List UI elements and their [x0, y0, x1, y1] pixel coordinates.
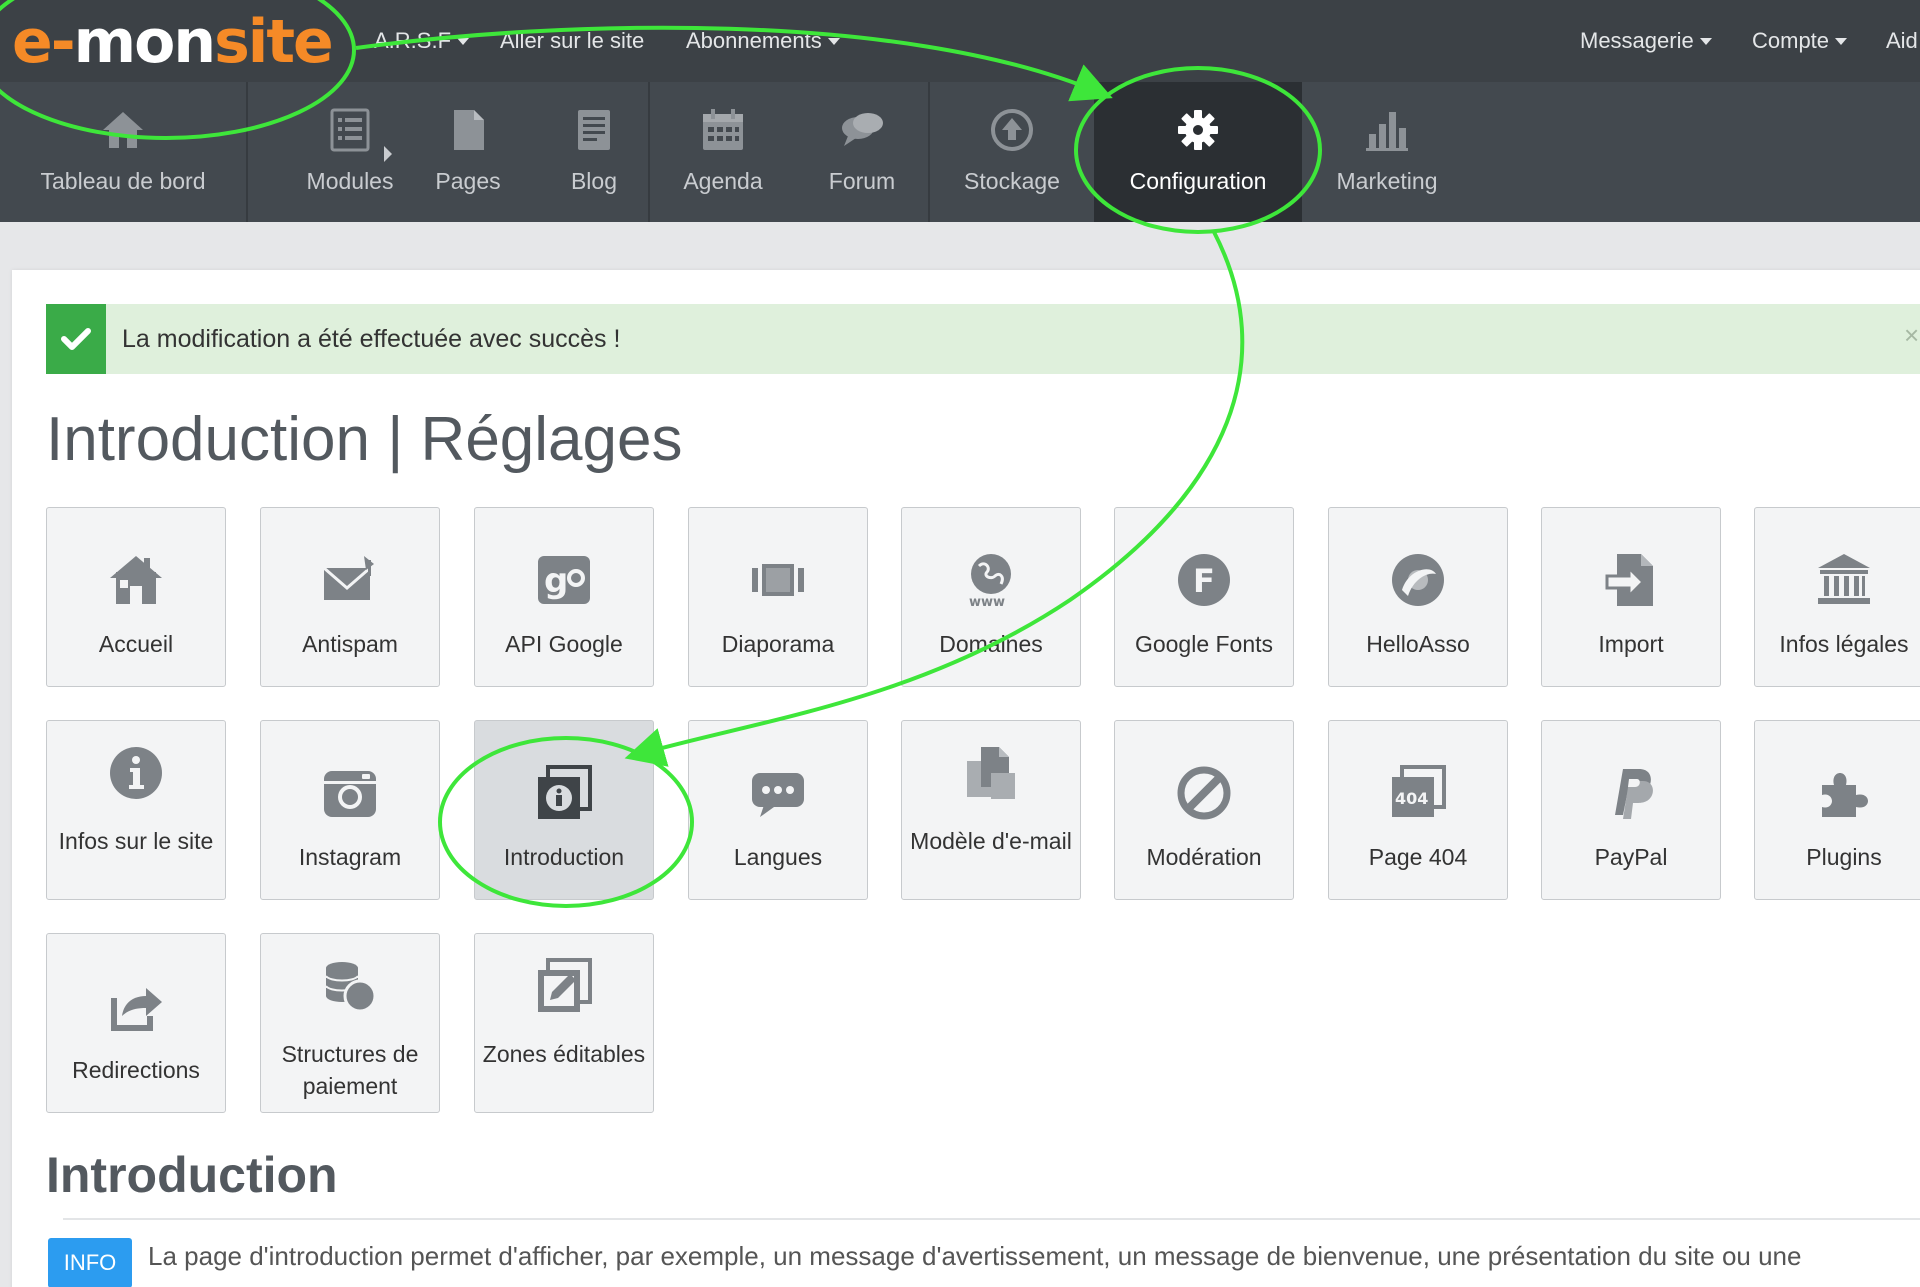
nav-configuration[interactable]: Configuration — [1094, 82, 1302, 222]
main-navigation: Tableau de bord Modules Pages Blog Agend… — [0, 82, 1920, 222]
tile-google-fonts[interactable]: F Google Fonts — [1114, 507, 1294, 687]
tile-accueil[interactable]: Accueil — [46, 507, 226, 687]
tile-antispam[interactable]: Antispam — [260, 507, 440, 687]
info-badge: INFO — [48, 1238, 132, 1287]
modules-submenu-arrow-icon[interactable] — [384, 146, 392, 162]
google-icon: g — [538, 556, 590, 604]
site-selector[interactable]: A.R.S.F — [374, 0, 470, 82]
subscriptions-menu[interactable]: Abonnements — [686, 0, 840, 82]
check-icon — [46, 304, 106, 374]
messaging-menu[interactable]: Messagerie — [1580, 0, 1712, 82]
success-alert: La modification a été effectuée avec suc… — [46, 304, 1920, 374]
alert-message: La modification a été effectuée avec suc… — [122, 325, 621, 353]
bank-icon — [1818, 554, 1870, 604]
svg-text:404: 404 — [1395, 789, 1428, 808]
close-icon[interactable]: × — [1904, 320, 1920, 351]
paypal-icon — [1615, 769, 1653, 819]
tile-zones-editables[interactable]: Zones éditables — [474, 933, 654, 1113]
import-icon — [1605, 554, 1653, 606]
top-bar: e-monsite A.R.S.F Aller sur le site Abon… — [0, 0, 1920, 82]
tile-helloasso[interactable]: HelloAsso — [1328, 507, 1508, 687]
caret-down-icon — [1835, 37, 1848, 45]
caret-down-icon — [827, 37, 840, 45]
nav-dashboard[interactable]: Tableau de bord — [0, 82, 248, 222]
tile-page-404[interactable]: 404 Page 404 — [1328, 720, 1508, 900]
puzzle-icon — [1822, 773, 1868, 817]
info-text: La page d'introduction permet d'afficher… — [148, 1241, 1802, 1271]
divider — [63, 1218, 1920, 1220]
tile-plugins[interactable]: Plugins — [1754, 720, 1920, 900]
tile-infos-sur-le-site[interactable]: Infos sur le site — [46, 720, 226, 900]
tile-paypal[interactable]: PayPal — [1541, 720, 1721, 900]
font-icon: F — [1178, 554, 1230, 606]
home-icon — [110, 556, 162, 604]
tile-infos-legales[interactable]: Infos légales — [1754, 507, 1920, 687]
camera-icon — [324, 771, 376, 817]
page-404-icon: 404 — [1392, 765, 1446, 817]
list-icon — [330, 108, 370, 152]
tile-modele-email[interactable]: Modèle d'e-mail — [901, 720, 1081, 900]
home-icon — [103, 112, 143, 148]
goto-site-link[interactable]: Aller sur le site — [500, 0, 644, 82]
blog-icon — [578, 110, 610, 150]
chat-icon — [842, 113, 883, 146]
tile-api-google[interactable]: g API Google — [474, 507, 654, 687]
help-menu[interactable]: Aid — [1886, 0, 1918, 82]
caret-down-icon — [1699, 37, 1712, 45]
svg-text:www: www — [969, 595, 1005, 610]
tile-instagram[interactable]: Instagram — [260, 720, 440, 900]
ban-icon — [1177, 766, 1231, 820]
tile-structures-de-paiement[interactable]: Structures de paiement — [260, 933, 440, 1113]
info-icon — [110, 747, 162, 799]
calendar-icon — [703, 109, 743, 150]
share-icon — [111, 988, 162, 1031]
page-title: Introduction | Réglages — [46, 405, 683, 474]
nav-forum[interactable]: Forum — [796, 82, 930, 222]
bar-chart-icon — [1366, 112, 1408, 151]
nav-blog[interactable]: Blog — [540, 82, 650, 222]
tile-moderation[interactable]: Modération — [1114, 720, 1294, 900]
caret-down-icon — [457, 37, 470, 45]
tile-langues[interactable]: Langues — [688, 720, 868, 900]
emonsite-logo[interactable]: e-monsite — [12, 4, 334, 80]
svg-text:F: F — [1193, 562, 1215, 600]
upload-icon — [991, 109, 1033, 151]
info-box-icon — [538, 765, 592, 819]
tile-redirections[interactable]: Redirections — [46, 933, 226, 1113]
tile-domaines[interactable]: www Domaines — [901, 507, 1081, 687]
gear-icon — [1178, 110, 1218, 150]
speech-icon — [752, 773, 804, 817]
nav-storage[interactable]: Stockage — [930, 82, 1094, 222]
helloasso-icon — [1392, 554, 1444, 606]
tile-introduction[interactable]: Introduction — [474, 720, 654, 900]
nav-marketing[interactable]: Marketing — [1302, 82, 1472, 222]
edit-icon — [538, 958, 592, 1012]
section-title: Introduction — [46, 1147, 338, 1203]
slideshow-icon — [752, 564, 804, 596]
svg-text:g: g — [544, 561, 568, 601]
nav-agenda[interactable]: Agenda — [650, 82, 796, 222]
tile-import[interactable]: Import — [1541, 507, 1721, 687]
globe-icon: www — [969, 554, 1011, 610]
coins-icon — [325, 962, 377, 1013]
page-icon — [454, 110, 484, 150]
account-menu[interactable]: Compte — [1752, 0, 1848, 82]
tile-diaporama[interactable]: Diaporama — [688, 507, 868, 687]
nav-pages[interactable]: Pages — [416, 82, 520, 222]
envelope-icon — [323, 556, 374, 600]
copy-icon — [967, 747, 1015, 799]
